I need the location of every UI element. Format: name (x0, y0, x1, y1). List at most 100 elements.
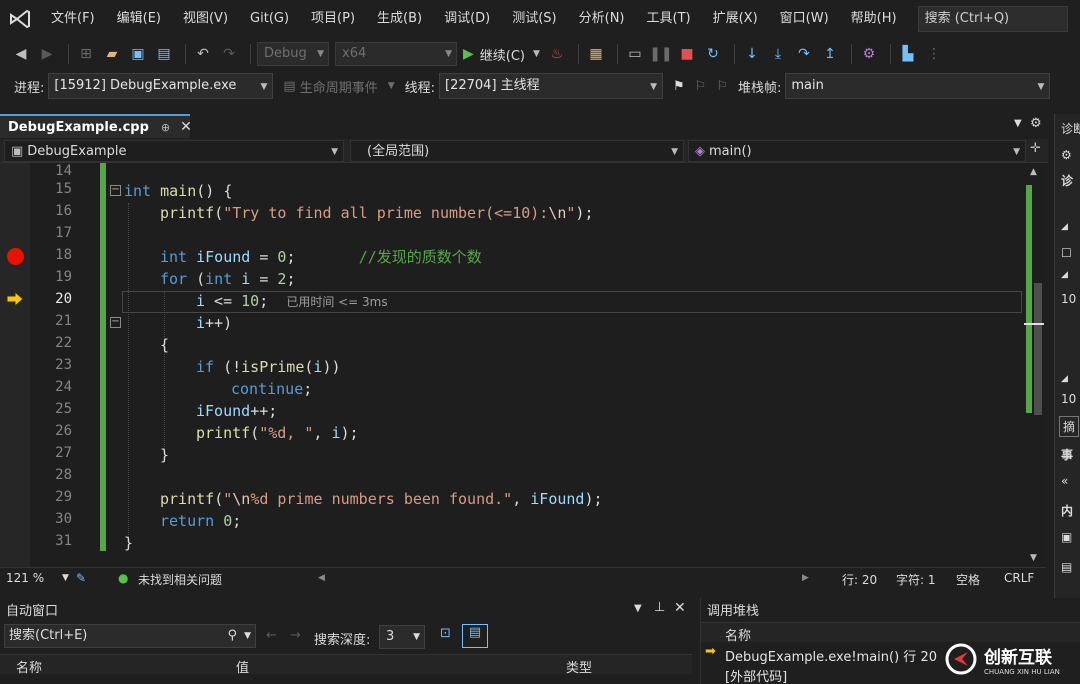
tab-list-dropdown-icon[interactable]: ▼ (1014, 118, 1022, 129)
step-into-icon[interactable]: ⤓ (767, 43, 789, 65)
solution-configuration-select[interactable]: Debug ▼ (257, 42, 329, 66)
code-cleanup-icon[interactable]: ✎ (76, 571, 86, 585)
code-line[interactable]: int main() { (124, 180, 232, 202)
menu-project[interactable]: 项目(P) (300, 0, 366, 38)
vertical-scrollbar[interactable]: ▲ ▼ (1024, 163, 1046, 567)
char-indicator[interactable]: 字符: 1 (896, 571, 936, 588)
close-icon[interactable]: ✕ (180, 119, 192, 135)
save-icon[interactable]: ▣ (127, 43, 149, 65)
column-header-type[interactable]: 类型 (566, 657, 592, 676)
lifecycle-events-label[interactable]: 生命周期事件 (300, 77, 378, 96)
code-line[interactable]: if (!isPrime(i)) (196, 356, 341, 378)
scroll-right-icon[interactable]: ▶ (802, 573, 809, 583)
search-depth-select[interactable]: 3 ▼ (379, 625, 425, 649)
pin-icon[interactable]: ⊥ (654, 600, 665, 615)
code-line[interactable]: printf("Try to find all prime number(<=1… (160, 202, 593, 224)
menu-file[interactable]: 文件(F) (40, 0, 106, 38)
back-icon[interactable]: ◀ (10, 43, 32, 65)
scroll-left-icon[interactable]: ◀ (318, 573, 325, 583)
diagnostic-tools-icon[interactable]: ⚙ (858, 43, 880, 65)
continue-button[interactable]: ▶ 继续(C) ▼ (463, 45, 540, 64)
menu-edit[interactable]: 编辑(E) (106, 0, 172, 38)
new-project-icon[interactable]: ⊞ (75, 43, 97, 65)
show-next-statement-icon[interactable]: ↓ (741, 43, 763, 65)
tab-debugexample-cpp[interactable]: DebugExample.cpp ⊕ ✕ (0, 114, 192, 138)
perf-tip-hint[interactable]: 已用时间 <= 3ms (286, 295, 387, 309)
scope-select[interactable]: (全局范围) ▼ (350, 140, 684, 162)
split-view-icon[interactable]: ✛ (1030, 141, 1041, 156)
thread-select[interactable]: [22704] 主线程 ▼ (439, 73, 664, 99)
autos-search-input[interactable]: 搜索(Ctrl+E) ⚲ ▼ (4, 624, 256, 648)
expand-icon[interactable]: ◢ (1061, 374, 1068, 384)
step-out-icon[interactable]: ↥ (819, 43, 841, 65)
layout-icon[interactable]: ▭ (624, 43, 646, 65)
issues-status[interactable]: 未找到相关问题 (138, 571, 222, 588)
menu-test[interactable]: 测试(S) (501, 0, 567, 38)
open-folder-icon[interactable]: ▰ (101, 43, 123, 65)
process-explorer-icon[interactable]: ▦ (585, 43, 607, 65)
flag-icon[interactable]: ⚑ (673, 79, 685, 94)
chevron-down-icon[interactable]: ▼ (244, 625, 251, 647)
search-previous-icon[interactable]: ← (266, 628, 277, 643)
code-editor[interactable]: 14 15 16 17 18 19 20 21 22 23 24 25 26 2… (0, 163, 1046, 567)
chart-icon[interactable]: ▙ (897, 43, 919, 65)
collapse-icon[interactable]: − (110, 317, 121, 328)
breakpoint-icon[interactable] (7, 248, 24, 265)
visual-studio-logo-icon[interactable] (0, 0, 40, 38)
code-line[interactable]: iFound++; (196, 400, 277, 422)
menu-build[interactable]: 生成(B) (366, 0, 433, 38)
lifecycle-events-icon[interactable]: ▤ (283, 79, 295, 94)
more-icon[interactable]: ⋮ (923, 43, 945, 65)
code-line[interactable]: int iFound = 0; //发现的质数个数 (160, 246, 482, 268)
snapshot-icon[interactable]: ▣ (1061, 530, 1072, 544)
code-line[interactable]: } (160, 444, 169, 466)
save-all-icon[interactable]: ▤ (153, 43, 175, 65)
whitespace-indicator[interactable]: 空格 (956, 571, 980, 588)
flag-threads-icon[interactable]: ⚐ (695, 79, 707, 94)
heap-icon[interactable]: ▤ (1061, 560, 1072, 574)
window-menu-icon[interactable]: ▼ (634, 603, 642, 614)
scrollbar-thumb[interactable] (1034, 283, 1042, 415)
show-only-flagged-icon[interactable]: ⚐ (716, 79, 728, 94)
collapse-section-icon[interactable]: « (1061, 474, 1068, 488)
step-over-icon[interactable]: ↷ (793, 43, 815, 65)
stack-frame-select[interactable]: main ▼ (785, 73, 1051, 99)
pin-to-source-icon[interactable]: ⊡ (440, 626, 451, 641)
undo-icon[interactable]: ↶ (192, 43, 214, 65)
search-icon[interactable]: ⚲ (227, 625, 237, 647)
code-line[interactable]: printf("\n%d prime numbers been found.",… (160, 488, 603, 510)
settings-icon[interactable]: ⚙ (1061, 148, 1072, 162)
code-line[interactable]: i++) (196, 312, 232, 334)
collapse-icon[interactable]: − (110, 185, 121, 196)
menu-tools[interactable]: 工具(T) (636, 0, 702, 38)
scroll-down-icon[interactable]: ▼ (1030, 553, 1037, 563)
chevron-down-icon[interactable]: ▼ (533, 49, 540, 59)
close-icon[interactable]: ✕ (674, 600, 686, 616)
call-stack-row[interactable]: [外部代码] (725, 666, 787, 684)
code-line-current[interactable]: i <= 10; 已用时间 <= 3ms (196, 290, 388, 312)
hot-reload-icon[interactable]: ♨ (546, 43, 568, 65)
summary-tab[interactable]: 摘 (1059, 416, 1080, 437)
code-line[interactable]: { (160, 334, 169, 356)
expand-icon[interactable]: ◢ (1061, 270, 1068, 280)
search-next-icon[interactable]: → (290, 628, 301, 643)
solution-platform-select[interactable]: x64 ▼ (335, 42, 457, 66)
expand-icon[interactable]: ◢ (1061, 222, 1068, 232)
eol-indicator[interactable]: CRLF (1004, 571, 1034, 585)
menu-debug[interactable]: 调试(D) (433, 0, 501, 38)
code-line[interactable]: continue; (231, 378, 312, 400)
diagnostic-panel-title[interactable]: 诊断 (1061, 120, 1080, 137)
menu-view[interactable]: 视图(V) (172, 0, 239, 38)
menu-window[interactable]: 窗口(W) (769, 0, 840, 38)
redo-icon[interactable]: ↷ (218, 43, 240, 65)
chevron-down-icon[interactable]: ▼ (388, 81, 395, 91)
checkbox-icon[interactable]: ☐ (1061, 246, 1072, 260)
break-all-icon[interactable]: ❚❚ (649, 43, 672, 65)
code-line[interactable]: } (124, 532, 133, 554)
chevron-down-icon[interactable]: ▼ (62, 573, 69, 583)
menu-analyze[interactable]: 分析(N) (568, 0, 636, 38)
column-header-name[interactable]: 名称 (725, 625, 751, 644)
column-header-value[interactable]: 值 (236, 657, 249, 676)
indicator-margin[interactable] (0, 163, 30, 567)
column-header-name[interactable]: 名称 (16, 657, 42, 676)
